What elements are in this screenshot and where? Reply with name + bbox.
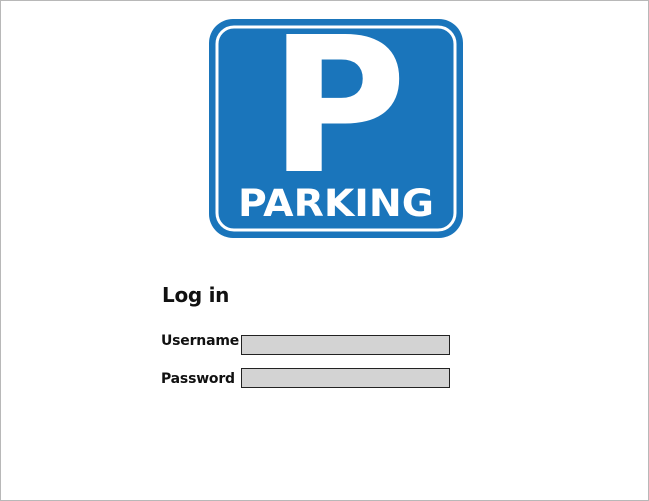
parking-sign-icon: P PARKING [209, 19, 463, 238]
username-input[interactable] [241, 335, 450, 355]
parking-text: PARKING [238, 182, 434, 225]
page-frame: P PARKING Log in Username Password [0, 0, 649, 501]
login-title: Log in [162, 283, 230, 307]
username-label: Username [161, 333, 239, 349]
password-label: Password [161, 371, 235, 387]
password-input[interactable] [241, 368, 450, 388]
parking-logo: P PARKING [209, 19, 463, 238]
